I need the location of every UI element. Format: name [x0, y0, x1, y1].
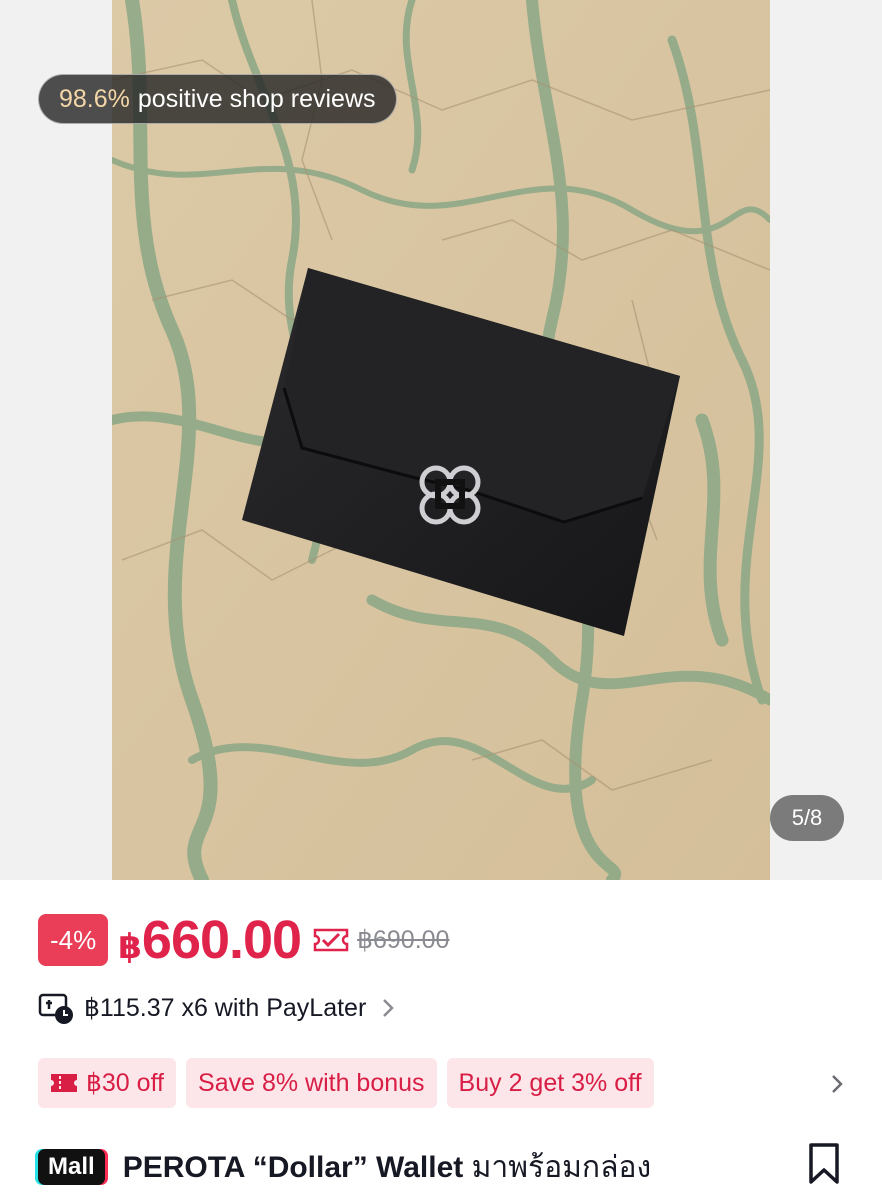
price-amount: 660.00: [141, 910, 302, 970]
price-row: -4% ฿ 660.00 ฿690.00: [38, 910, 449, 970]
original-price: ฿690.00: [357, 926, 450, 954]
discount-badge: -4%: [38, 914, 109, 966]
product-title: PEROTA “Dollar” Wallet มาพร้อมกล่อง: [123, 1144, 651, 1191]
current-price: ฿ 660.00: [118, 909, 302, 971]
promo-voucher[interactable]: ฿30 off: [38, 1058, 177, 1108]
promo-label: ฿30 off: [86, 1069, 165, 1097]
reviews-label: positive shop reviews: [137, 84, 376, 113]
shop-reviews-badge[interactable]: 98.6% positive shop reviews: [38, 74, 397, 124]
promo-label: Save 8% with bonus: [198, 1068, 425, 1097]
promo-bundle[interactable]: Buy 2 get 3% off: [446, 1058, 654, 1108]
promo-label: Buy 2 get 3% off: [458, 1068, 642, 1097]
product-title-thai: มาพร้อมกล่อง: [471, 1150, 652, 1184]
mall-badge: Mall: [38, 1149, 105, 1185]
image-counter: 5/8: [770, 795, 844, 841]
ticket-icon: [51, 1074, 77, 1092]
paylater-text: ฿115.37 x6 with PayLater: [84, 994, 367, 1022]
paylater-clock-icon: [38, 993, 73, 1024]
promo-row: ฿30 off Save 8% with bonus Buy 2 get 3% …: [38, 1058, 654, 1108]
paylater-row[interactable]: ฿115.37 x6 with PayLater: [38, 988, 396, 1028]
coupon-check-icon[interactable]: [313, 926, 349, 954]
bookmark-icon[interactable]: [804, 1142, 844, 1186]
product-title-latin: PEROTA “Dollar” Wallet: [122, 1150, 464, 1184]
product-photo[interactable]: [112, 0, 770, 880]
product-gallery[interactable]: 98.6% positive shop reviews 5/8: [0, 0, 882, 880]
product-title-row: Mall PEROTA “Dollar” Wallet มาพร้อมกล่อง: [38, 1142, 882, 1192]
currency-symbol: ฿: [118, 928, 142, 966]
chevron-right-icon[interactable]: [826, 1072, 848, 1096]
promo-bonus[interactable]: Save 8% with bonus: [186, 1058, 437, 1108]
reviews-percent: 98.6%: [59, 84, 130, 113]
chevron-right-icon: [383, 999, 395, 1017]
